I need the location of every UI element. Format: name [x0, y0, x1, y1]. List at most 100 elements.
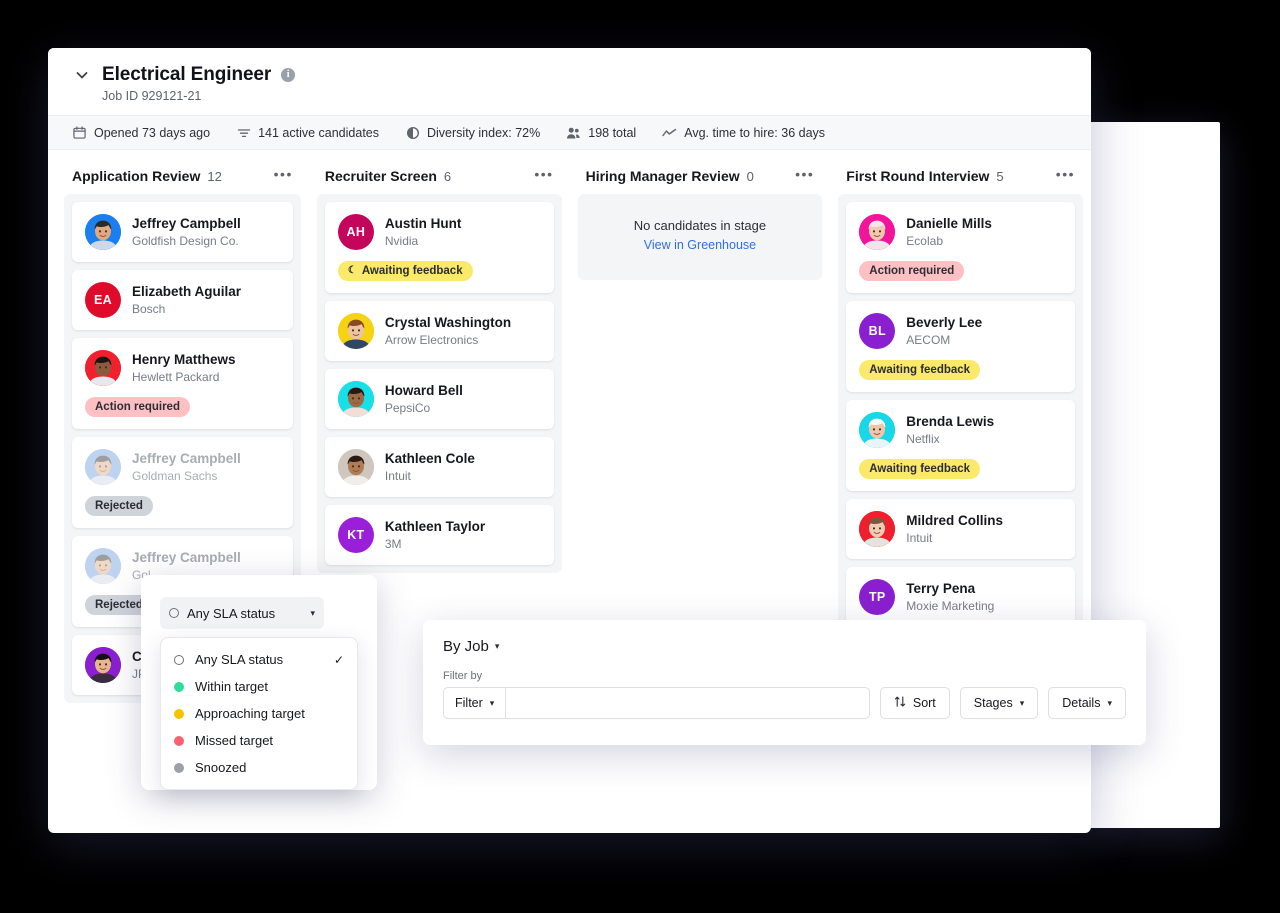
candidate-identity: BL Beverly Lee AECOM — [859, 313, 1062, 349]
candidate-name: Jeffrey Campbell — [132, 215, 241, 231]
view-in-greenhouse-link[interactable]: View in Greenhouse — [586, 238, 815, 252]
avatar — [85, 548, 121, 584]
sla-option[interactable]: Missed target — [161, 727, 357, 754]
candidate-card[interactable]: Henry Matthews Hewlett Packard Action requ… — [72, 338, 293, 429]
candidate-card[interactable]: Kathleen Cole Intuit — [324, 437, 554, 497]
column-count: 5 — [996, 168, 1004, 184]
column-card-list: Danielle Mills Ecolab Action required BL Bev… — [838, 194, 1084, 635]
candidate-card[interactable]: Danielle Mills Ecolab Action required — [846, 202, 1076, 293]
avatar — [337, 381, 374, 417]
candidate-identity: Mildred Collins Intuit — [859, 511, 1062, 547]
candidate-identity: TP Terry Pena Moxie Marketing — [859, 579, 1062, 615]
details-button-label: Details — [1062, 696, 1101, 710]
sla-option[interactable]: Any SLA status ✓ — [161, 646, 357, 673]
candidate-text: Mildred Collins Intuit — [906, 513, 1003, 546]
sort-button[interactable]: Sort — [879, 687, 950, 719]
column-title: Hiring Manager Review — [585, 168, 740, 184]
candidate-text: Brenda Lewis Netflix — [906, 414, 994, 447]
sla-option-label: Within target — [195, 679, 268, 694]
avatar — [859, 214, 896, 250]
avatar-initials: KT — [347, 528, 365, 542]
candidate-text: Danielle Mills Ecolab — [906, 216, 992, 249]
candidate-text: Kathleen Cole Intuit — [385, 451, 475, 484]
status-badge: Action required — [85, 397, 190, 417]
status-badge: Awaiting feedback — [859, 459, 981, 479]
column-menu-icon[interactable]: ••• — [795, 167, 814, 182]
candidate-card[interactable]: Jeffrey Campbell Goldfish Design Co. — [72, 202, 293, 262]
filter-search-input[interactable] — [505, 687, 870, 719]
status-dot-icon — [174, 681, 184, 692]
filter-icon — [236, 125, 251, 140]
chevron-down-icon: ▾ — [1107, 697, 1112, 708]
candidate-identity: EA Elizabeth Aguilar Bosch — [85, 282, 280, 318]
candidate-card[interactable]: Mildred Collins Intuit — [846, 499, 1076, 559]
avatar — [337, 449, 374, 485]
candidate-card[interactable]: EA Elizabeth Aguilar Bosch — [72, 270, 293, 330]
candidate-identity: Jeffrey Campbell Goldman Sachs — [85, 449, 280, 485]
sla-trigger-label: Any SLA status — [187, 605, 276, 621]
candidate-text: Henry Matthews Hewlett Packard — [132, 352, 236, 385]
avatar: BL — [859, 313, 896, 349]
any-status-ring-icon — [169, 608, 179, 618]
candidate-text: Crystal Washington Arrow Electronics — [385, 315, 511, 348]
candidate-text: Austin Hunt Nvidia — [385, 216, 462, 249]
candidate-card[interactable]: Crystal Washington Arrow Electronics — [324, 301, 554, 361]
avatar — [85, 214, 121, 250]
candidate-card[interactable]: Jeffrey Campbell Goldman Sachs Rejected — [72, 437, 293, 528]
sla-option[interactable]: Snoozed — [161, 754, 357, 781]
candidate-company: Hewlett Packard — [132, 370, 220, 385]
candidate-identity: Crystal Washington Arrow Electronics — [337, 313, 541, 349]
candidate-name: Terry Pena — [906, 580, 976, 596]
avatar-initials: TP — [869, 590, 886, 604]
job-id-text: Job ID 929121-21 — [102, 89, 202, 103]
sort-button-label: Sort — [912, 696, 936, 710]
candidate-company: AECOM — [906, 333, 951, 348]
column-menu-icon[interactable]: ••• — [274, 167, 293, 182]
candidate-card[interactable]: AH Austin Hunt Nvidia ☾ Awaiting feedback — [324, 202, 554, 293]
candidate-company: Goldfish Design Co. — [132, 234, 239, 249]
details-button[interactable]: Details ▾ — [1048, 687, 1126, 719]
by-job-selector[interactable]: By Job ▾ — [443, 638, 499, 655]
candidate-identity: Henry Matthews Hewlett Packard — [85, 350, 280, 386]
candidate-card[interactable]: Howard Bell PepsiCo — [324, 369, 554, 429]
page-title: Electrical Engineer — [102, 64, 272, 85]
info-icon[interactable]: i — [281, 68, 296, 82]
candidate-name: Howard Bell — [384, 382, 463, 398]
candidate-card[interactable]: Brenda Lewis Netflix Awaiting feedback — [846, 400, 1076, 491]
sla-option[interactable]: Approaching target — [161, 700, 357, 727]
column-count: 6 — [443, 168, 452, 184]
column-header: First Round Interview 5 ••• — [838, 162, 1083, 194]
status-badge: Rejected — [85, 496, 153, 516]
column-menu-icon[interactable]: ••• — [1056, 167, 1075, 182]
stages-button[interactable]: Stages ▾ — [959, 687, 1039, 719]
stat-total: 198 total — [566, 125, 636, 140]
sla-option[interactable]: Within target — [161, 673, 357, 700]
sla-status-trigger[interactable]: Any SLA status ▾ — [160, 597, 324, 629]
candidate-card[interactable]: KT Kathleen Taylor 3M — [324, 505, 554, 565]
avatar-initials: EA — [94, 293, 112, 307]
sla-option-label: Snoozed — [195, 760, 247, 775]
status-badge-label: Rejected — [95, 500, 143, 512]
candidate-identity: Jeffrey Campbell Goldfish Design Co. — [85, 214, 280, 250]
sla-option-label: Missed target — [195, 733, 274, 748]
candidate-company: Netflix — [906, 432, 940, 447]
status-dot-icon — [174, 735, 184, 746]
candidate-name: Danielle Mills — [906, 215, 992, 231]
stat-active-candidates-label: 141 active candidates — [258, 125, 379, 140]
avatar: AH — [337, 214, 374, 250]
stat-opened-label: Opened 73 days ago — [94, 125, 211, 140]
filter-dropdown-button[interactable]: Filter ▾ — [443, 687, 506, 719]
candidate-name: Jeffrey Campbell — [132, 549, 241, 565]
candidate-card[interactable]: BL Beverly Lee AECOM Awaiting feedback — [846, 301, 1076, 392]
collapse-chevron-icon[interactable] — [72, 65, 92, 85]
candidate-identity: Kathleen Cole Intuit — [337, 449, 541, 485]
column-menu-icon[interactable]: ••• — [534, 167, 553, 182]
candidate-card[interactable]: TP Terry Pena Moxie Marketing — [846, 567, 1076, 627]
status-dot-icon — [174, 708, 184, 719]
candidate-company: Intuit — [384, 469, 411, 484]
candidate-company: Nvidia — [384, 234, 419, 249]
candidate-company: 3M — [384, 537, 402, 552]
candidate-text: Beverly Lee AECOM — [906, 315, 982, 348]
candidate-company: Arrow Electronics — [384, 333, 479, 348]
stat-time-to-hire-label: Avg. time to hire: 36 days — [684, 125, 826, 140]
